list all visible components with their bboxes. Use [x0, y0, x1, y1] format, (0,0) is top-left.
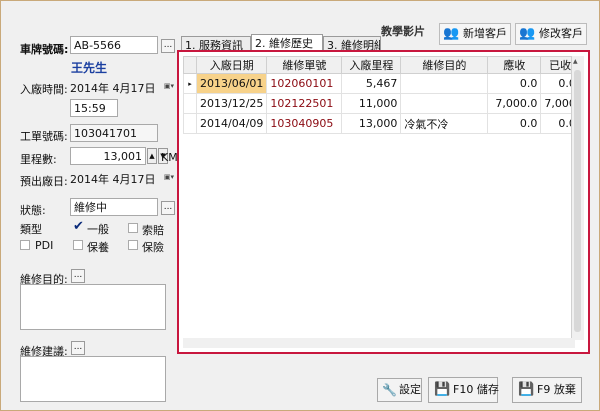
repair-history-panel: 入廠日期 維修單號 入廠里程 維修目的 應收 已收 ▸ 2013/06/01 1… [177, 50, 590, 354]
edit-customer-button[interactable]: 👥 修改客戶 [515, 23, 587, 45]
settings-label: 設定 [399, 383, 421, 396]
cell-mileage[interactable]: 5,467 [341, 73, 402, 94]
col-purpose[interactable]: 維修目的 [400, 56, 489, 74]
order-no-label: 工單號碼: [20, 130, 68, 143]
calendar-dropdown-icon: ▣▾ [163, 82, 174, 90]
edit-customer-label: 修改客戶 [539, 27, 583, 40]
col-order-no[interactable]: 維修單號 [266, 56, 343, 74]
save-button[interactable]: 💾 F10 儲存 [428, 377, 499, 403]
exit-date-picker[interactable]: 2014年 4月17日 ▣▾ [70, 169, 174, 187]
entry-date-value: 2014年 4月17日 [70, 82, 156, 95]
checkbox-icon [73, 240, 83, 250]
plate-lookup-button[interactable]: ... [161, 39, 175, 53]
type-insurance-label: 保險 [142, 241, 164, 254]
cell-purpose[interactable]: 冷氣不冷 [400, 113, 489, 134]
scroll-thumb[interactable] [574, 70, 581, 332]
order-no-field: 103041701 [70, 124, 158, 142]
owner-name: 王先生 [71, 61, 108, 75]
window-frame: 車牌號碼: AB-5566 ... 王先生 入廠時間: 2014年 4月17日 … [0, 0, 600, 411]
settings-button[interactable]: 🔧 設定 [377, 378, 422, 402]
tutorial-video-link[interactable]: 教學影片 [381, 23, 425, 39]
mileage-label: 里程數: [20, 153, 57, 166]
checkbox-icon [20, 240, 30, 250]
cell-receivable[interactable]: 0.0 [487, 73, 542, 94]
col-entry-date[interactable]: 入廠日期 [195, 56, 268, 74]
cell-date[interactable]: 2013/06/01 [195, 73, 268, 94]
discard-button[interactable]: 💾 F9 放棄 [512, 377, 582, 403]
cell-date[interactable]: 2013/12/25 [195, 93, 268, 114]
vertical-scrollbar[interactable]: ▲ [571, 56, 584, 340]
col-receivable[interactable]: 應收 [487, 56, 542, 74]
cell-mileage[interactable]: 13,000 [341, 113, 402, 134]
repair-history-table: 入廠日期 維修單號 入廠里程 維修目的 應收 已收 ▸ 2013/06/01 1… [183, 56, 580, 134]
table-row[interactable]: ▸ 2013/06/01 102060101 5,467 0.0 0.0 [183, 73, 580, 94]
status-field[interactable]: 維修中 [70, 198, 158, 216]
exit-date-value: 2014年 4月17日 [70, 173, 156, 186]
type-maintenance-label: 保養 [87, 241, 109, 254]
plate-label: 車牌號碼: [20, 43, 69, 56]
cell-order[interactable]: 102122501 [266, 93, 343, 114]
wrench-icon: 🔧 [382, 383, 397, 397]
status-label: 狀態: [20, 204, 46, 217]
cell-receivable[interactable]: 7,000.0 [487, 93, 542, 114]
col-mileage[interactable]: 入廠里程 [341, 56, 402, 74]
cell-receivable[interactable]: 0.0 [487, 113, 542, 134]
table-header-row: 入廠日期 維修單號 入廠里程 維修目的 應收 已收 [183, 56, 580, 74]
mileage-input[interactable]: 13,001 [70, 147, 146, 165]
entry-time-label: 入廠時間: [20, 83, 68, 96]
type-general-label: 一般 [87, 223, 109, 236]
advice-lookup-button[interactable]: ... [71, 341, 85, 355]
cell-order[interactable]: 103040905 [266, 113, 343, 134]
mileage-up-icon[interactable]: ▲ [147, 148, 157, 164]
current-row-icon: ▸ [183, 73, 197, 94]
plate-input[interactable]: AB-5566 [70, 36, 158, 54]
cell-purpose[interactable] [400, 93, 489, 114]
checkbox-icon [128, 223, 138, 233]
type-pdi-label: PDI [35, 239, 54, 252]
table-row[interactable]: 2014/04/09 103040905 13,000 冷氣不冷 0.0 0.0 [183, 113, 580, 134]
cell-order[interactable]: 102060101 [266, 73, 343, 94]
exit-date-label: 預出廠日: [20, 175, 68, 188]
horizontal-scrollbar[interactable] [183, 338, 575, 348]
entry-date-picker[interactable]: 2014年 4月17日 ▣▾ [70, 78, 174, 96]
checkbox-icon [128, 240, 138, 250]
floppy-disk-icon: 💾 [434, 382, 451, 397]
purpose-textarea[interactable] [20, 284, 166, 330]
discard-label: F9 放棄 [537, 383, 576, 396]
type-claim-label: 索賠 [142, 224, 164, 237]
row-indicator [183, 113, 197, 134]
cell-date[interactable]: 2014/04/09 [195, 113, 268, 134]
type-label: 類型 [20, 223, 42, 236]
edit-user-icon: 👥 [519, 26, 536, 41]
cell-purpose[interactable] [400, 73, 489, 94]
cell-mileage[interactable]: 11,000 [341, 93, 402, 114]
purpose-lookup-button[interactable]: ... [71, 269, 85, 283]
row-indicator-header [183, 56, 197, 74]
save-label: F10 儲存 [453, 383, 499, 396]
calendar-dropdown-icon: ▣▾ [163, 173, 174, 181]
add-user-icon: 👥 [443, 26, 460, 41]
mileage-unit: KM [161, 151, 178, 164]
discard-disk-icon: 💾 [518, 382, 535, 397]
row-indicator [183, 93, 197, 114]
advice-textarea[interactable] [20, 356, 166, 402]
add-customer-button[interactable]: 👥 新增客戶 [439, 23, 511, 45]
add-customer-label: 新增客戶 [463, 27, 507, 40]
scroll-up-icon[interactable]: ▲ [573, 58, 578, 65]
status-lookup-button[interactable]: ... [161, 201, 175, 215]
checkmark-icon: ✔ [73, 219, 84, 234]
entry-time-input[interactable]: 15:59 [70, 99, 118, 117]
table-row[interactable]: 2013/12/25 102122501 11,000 7,000.0 7,00… [183, 93, 580, 114]
